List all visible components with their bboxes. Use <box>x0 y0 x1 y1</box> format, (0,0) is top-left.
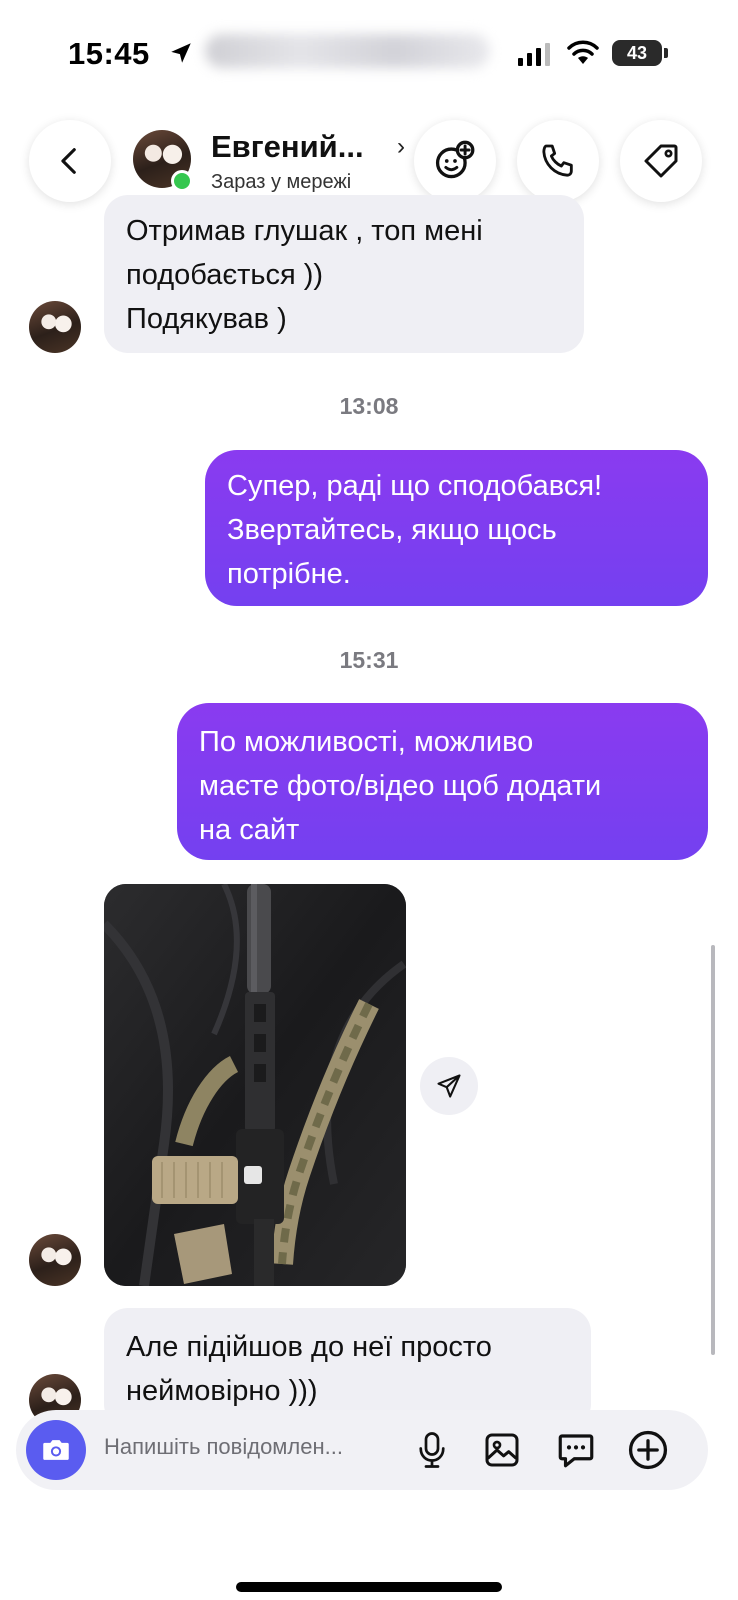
microphone-icon <box>419 1432 445 1468</box>
timestamp: 15:31 <box>339 647 399 673</box>
incoming-message[interactable]: Отримав глушак , топ мені подобається ))… <box>104 195 584 353</box>
message-line: подобається )) <box>126 259 324 291</box>
message-composer: Напишіть повідомлен... <box>16 1410 708 1490</box>
outgoing-message[interactable]: Супер, раді що сподобався! Звертайтесь, … <box>205 450 708 606</box>
rifle-photo <box>104 884 406 1286</box>
photo-attachment[interactable] <box>104 884 406 1286</box>
camera-icon <box>43 1440 69 1460</box>
gallery-icon <box>485 1433 519 1467</box>
message-line: Але підійшов до неї просто <box>126 1331 492 1363</box>
message-line: маєте фото/відео щоб додати <box>199 770 602 802</box>
plus-icon <box>628 1430 668 1470</box>
scrollbar[interactable] <box>711 945 715 1355</box>
outgoing-message[interactable]: По можливості, можливо маєте фото/відео … <box>177 703 708 860</box>
gallery-button[interactable] <box>480 1428 524 1472</box>
send-icon <box>437 1074 461 1098</box>
message-line: потрібне. <box>227 558 351 590</box>
message-line: Звертайтесь, якщо щось <box>227 514 557 546</box>
message-line: Отримав глушак , топ мені <box>126 215 483 247</box>
message-input[interactable]: Напишіть повідомлен... <box>104 1434 394 1460</box>
sticker-icon <box>558 1434 594 1468</box>
sender-avatar[interactable] <box>29 301 81 353</box>
microphone-button[interactable] <box>410 1428 454 1472</box>
message-thread: Отримав глушак , топ мені подобається ))… <box>0 0 738 1600</box>
message-line: на сайт <box>199 814 300 846</box>
plus-button[interactable] <box>626 1428 670 1472</box>
message-line: Супер, раді що сподобався! <box>227 470 603 502</box>
camera-button[interactable] <box>26 1420 86 1480</box>
message-line: Подякував ) <box>126 303 287 335</box>
timestamp: 13:08 <box>339 393 399 419</box>
message-line: По можливості, можливо <box>199 726 534 758</box>
message-line: неймовірно ))) <box>126 1375 318 1407</box>
sticker-button[interactable] <box>554 1428 598 1472</box>
share-button[interactable] <box>420 1057 478 1115</box>
sender-avatar[interactable] <box>29 1234 81 1286</box>
home-indicator[interactable] <box>236 1582 502 1592</box>
